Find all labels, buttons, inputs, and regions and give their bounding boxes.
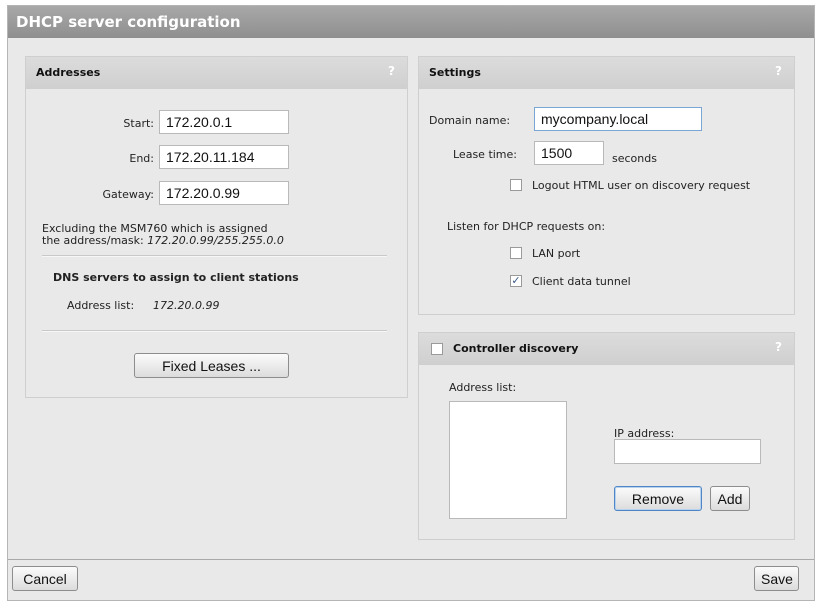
fixed-leases-button[interactable]: Fixed Leases ... <box>134 353 289 378</box>
lease-time-input[interactable] <box>534 141 604 165</box>
listen-label: Listen for DHCP requests on: <box>447 220 606 233</box>
discovery-help-icon[interactable]: ? <box>775 333 782 361</box>
lan-port-checkbox[interactable] <box>510 247 522 259</box>
dns-address-value: 172.20.0.99 <box>153 299 220 312</box>
window-title: DHCP server configuration <box>8 6 814 38</box>
addresses-divider-top <box>42 255 387 257</box>
end-input[interactable] <box>159 145 289 169</box>
excluding-note: Excluding the MSM760 which is assigned t… <box>42 223 284 247</box>
excluding-mask: 172.20.0.99/255.255.0.0 <box>147 234 284 247</box>
discovery-heading: Controller discovery <box>453 342 579 355</box>
client-tunnel-label: Client data tunnel <box>532 275 631 288</box>
ip-address-input[interactable] <box>614 439 761 464</box>
start-input[interactable] <box>159 110 289 134</box>
addresses-panel: Addresses ? Start: End: Gateway: Excludi… <box>25 56 408 398</box>
start-label: Start: <box>123 117 154 130</box>
client-tunnel-checkbox[interactable]: ✓ <box>510 275 522 287</box>
addresses-heading: Addresses <box>36 66 101 79</box>
settings-help-icon[interactable]: ? <box>775 57 782 85</box>
footer-divider <box>8 559 814 560</box>
domain-name-label: Domain name: <box>429 114 511 127</box>
lease-time-label: Lease time: <box>453 148 517 161</box>
domain-name-input[interactable] <box>534 107 702 131</box>
cancel-button[interactable]: Cancel <box>12 566 78 591</box>
settings-heading: Settings <box>429 66 481 79</box>
add-button[interactable]: Add <box>710 486 750 511</box>
addresses-divider-bottom <box>42 330 387 332</box>
lease-time-unit: seconds <box>612 152 657 165</box>
dns-address-label: Address list: <box>67 299 135 312</box>
remove-button[interactable]: Remove <box>614 486 702 511</box>
dns-heading: DNS servers to assign to client stations <box>53 271 299 284</box>
discovery-address-list[interactable] <box>449 401 567 519</box>
dhcp-config-window: DHCP server configuration Addresses ? St… <box>7 5 815 601</box>
gateway-input[interactable] <box>159 181 289 205</box>
excluding-prefix: the address/mask: <box>42 234 148 247</box>
settings-panel: Settings ? Domain name: Lease time: seco… <box>418 56 795 315</box>
discovery-panel: Controller discovery ? Address list: IP … <box>418 332 795 540</box>
end-label: End: <box>129 152 154 165</box>
excluding-line2: the address/mask: 172.20.0.99/255.255.0.… <box>42 235 284 247</box>
logout-label: Logout HTML user on discovery request <box>532 179 751 192</box>
settings-panel-header: Settings ? <box>419 57 794 89</box>
lan-port-label: LAN port <box>532 247 581 260</box>
gateway-label: Gateway: <box>102 188 155 201</box>
discovery-address-list-label: Address list: <box>449 381 517 394</box>
logout-checkbox[interactable] <box>510 179 522 191</box>
save-button[interactable]: Save <box>754 566 799 591</box>
discovery-checkbox[interactable] <box>431 343 443 355</box>
addresses-panel-header: Addresses ? <box>26 57 407 89</box>
discovery-panel-header: Controller discovery ? <box>419 333 794 365</box>
addresses-help-icon[interactable]: ? <box>388 57 395 85</box>
